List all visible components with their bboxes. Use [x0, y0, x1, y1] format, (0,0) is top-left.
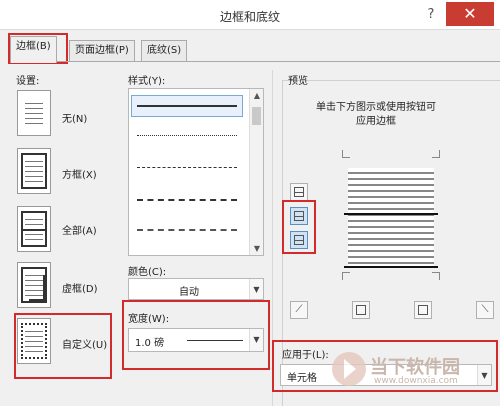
scroll-down-icon[interactable]: ▼ — [250, 244, 264, 253]
preset-grid-label[interactable]: 虚框(D) — [62, 280, 98, 295]
preset-none-icon[interactable] — [17, 90, 51, 136]
custom-highlight-frame — [14, 313, 112, 379]
tab-borders[interactable]: 边框(B) — [10, 36, 57, 63]
chevron-down-icon[interactable]: ▼ — [249, 279, 263, 299]
settings-heading: 设置: — [16, 76, 40, 87]
inside-vertical-border-icon[interactable] — [414, 301, 432, 319]
style-option-dash-dot[interactable] — [137, 229, 237, 231]
watermark-url: www.downxia.com — [374, 376, 458, 386]
scroll-up-icon[interactable]: ▲ — [250, 91, 264, 100]
preview-instruction-1: 单击下方图示或使用按钮可 — [316, 102, 436, 113]
left-border-icon[interactable] — [352, 301, 370, 319]
diagonal-up-border-icon[interactable]: ⟍ — [476, 301, 494, 319]
preview-inside-border[interactable] — [344, 213, 438, 215]
style-heading: 样式(Y): — [128, 76, 166, 87]
color-value: 自动 — [179, 287, 199, 298]
tab-panel-divider — [10, 61, 500, 62]
title-bar: 边框和底纹 ? ✕ — [0, 0, 500, 30]
style-option-dotted[interactable] — [137, 135, 237, 136]
preview-heading: 预览 — [288, 76, 308, 87]
style-scrollbar[interactable]: ▲ ▼ — [249, 89, 263, 255]
help-button[interactable]: ? — [420, 4, 442, 26]
style-list[interactable]: ▲ ▼ — [128, 88, 264, 256]
diagonal-down-border-icon[interactable]: ⟋ — [290, 301, 308, 319]
style-option-solid[interactable] — [137, 105, 237, 107]
preset-none-label[interactable]: 无(N) — [62, 110, 87, 125]
corner-mark — [342, 272, 350, 280]
preset-grid-icon[interactable] — [17, 262, 51, 308]
preset-box-label[interactable]: 方框(X) — [62, 166, 97, 181]
top-border-icon[interactable] — [290, 183, 308, 201]
style-option-dashed[interactable] — [137, 199, 237, 201]
corner-mark — [342, 150, 350, 158]
width-highlight-frame — [122, 300, 270, 370]
preset-all-icon[interactable] — [17, 206, 51, 252]
corner-mark — [432, 272, 440, 280]
toggle-highlight-frame — [282, 200, 316, 254]
tab-page-border[interactable]: 页面边框(P) — [69, 40, 135, 62]
preview-bottom-border[interactable] — [344, 266, 438, 268]
style-option-dashed-fine[interactable] — [137, 167, 237, 168]
scroll-thumb[interactable] — [252, 107, 261, 125]
preview-document[interactable] — [348, 168, 434, 268]
close-button[interactable]: ✕ — [446, 2, 494, 26]
preview-instruction-2: 应用边框 — [356, 116, 396, 127]
preset-all-label[interactable]: 全部(A) — [62, 222, 97, 237]
watermark-logo-icon — [332, 352, 366, 386]
corner-mark — [432, 150, 440, 158]
color-heading: 颜色(C): — [128, 267, 167, 278]
tab-shading[interactable]: 底纹(S) — [141, 40, 188, 62]
color-select[interactable]: 自动 ▼ — [128, 278, 264, 300]
preset-box-icon[interactable] — [17, 148, 51, 194]
